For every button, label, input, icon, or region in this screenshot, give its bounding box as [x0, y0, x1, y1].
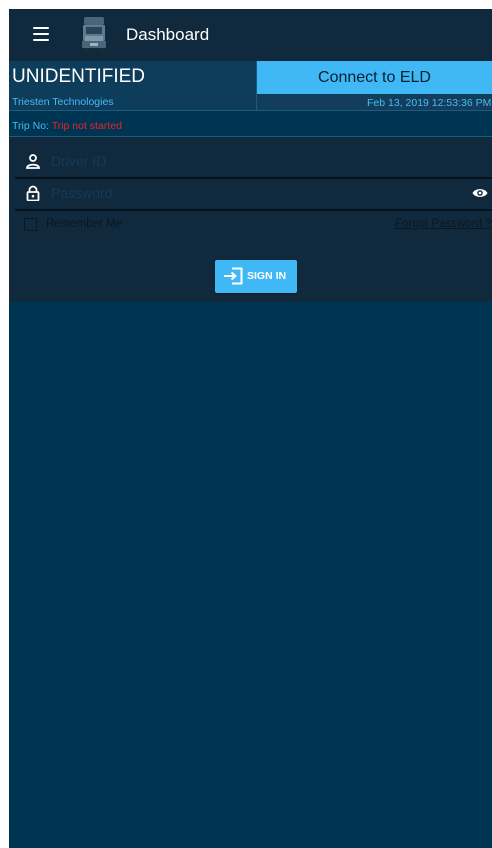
vehicle-name: UNIDENTIFIED [12, 66, 145, 87]
remember-me-label[interactable]: Remember Me [46, 217, 122, 231]
app-bar: Dashboard [9, 9, 492, 61]
lock-icon [26, 185, 40, 201]
password-input[interactable] [51, 181, 471, 205]
company-name: Triesten Technologies [12, 96, 114, 108]
status-divider [256, 61, 257, 111]
trip-info: Trip No: Trip not started [12, 119, 122, 133]
password-field[interactable] [15, 179, 492, 211]
app-screen: Dashboard UNIDENTIFIED Triesten Technolo… [9, 9, 492, 848]
status-divider-bottom [9, 110, 492, 111]
forgot-password-link[interactable]: Forgot Password ? [395, 217, 492, 231]
hamburger-menu-icon[interactable] [33, 27, 49, 41]
current-datetime: Feb 13, 2019 12:53:36 PM [257, 95, 492, 111]
truck-icon [82, 17, 106, 53]
person-icon [26, 154, 40, 169]
trip-label: Trip No: [12, 120, 49, 132]
remember-me-checkbox[interactable] [24, 218, 37, 231]
trip-status: Trip not started [51, 120, 122, 132]
driver-id-input[interactable] [51, 149, 471, 173]
login-arrow-icon [224, 267, 243, 285]
connect-eld-button[interactable]: Connect to ELD [257, 61, 492, 94]
driver-id-field[interactable] [15, 147, 492, 179]
sign-in-button[interactable]: SIGN IN [215, 260, 297, 293]
show-password-icon[interactable] [472, 187, 488, 199]
sign-in-label: SIGN IN [247, 270, 287, 282]
app-title: Dashboard [126, 25, 210, 44]
